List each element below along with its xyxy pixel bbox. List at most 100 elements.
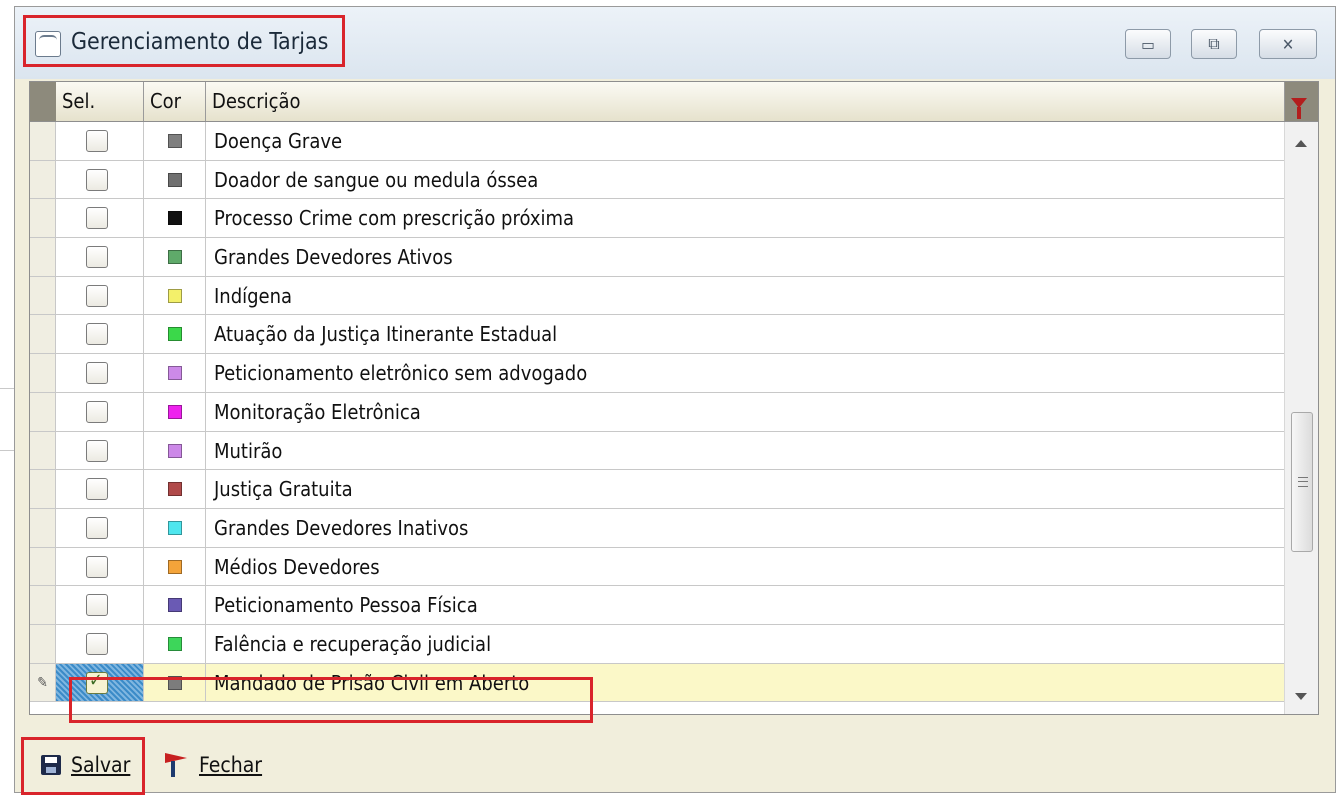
sel-cell (56, 199, 144, 238)
row-indicator (30, 315, 56, 354)
header-sel[interactable]: Sel. (56, 82, 144, 121)
sel-cell (56, 624, 144, 663)
cor-cell (144, 624, 206, 663)
select-checkbox[interactable] (86, 439, 108, 462)
table-row[interactable]: Processo Crime com prescrição próxima (30, 199, 1284, 239)
table-row[interactable]: Indígena (30, 276, 1284, 316)
table-row[interactable]: Peticionamento eletrônico sem advogado (30, 354, 1284, 393)
cor-cell (144, 431, 206, 470)
sel-cell (56, 547, 144, 586)
select-checkbox[interactable] (86, 632, 108, 655)
edit-pencil-icon: ✎ (30, 663, 56, 702)
background-divider (0, 450, 14, 451)
select-checkbox[interactable] (86, 362, 108, 385)
table-row[interactable]: Grandes Devedores Ativos (30, 238, 1284, 277)
table-row[interactable]: Atuação da Justiça Itinerante Estadual (30, 315, 1284, 355)
grid-header: Sel. Cor Descrição (30, 82, 1318, 122)
close-window-button[interactable]: ✕ (1259, 29, 1317, 59)
descricao-cell: Monitoração Eletrônica (214, 399, 421, 424)
sel-cell (56, 315, 144, 354)
table-row[interactable]: Doador de sangue ou medula óssea (30, 160, 1284, 200)
descricao-cell: Justiça Gratuita (214, 477, 353, 502)
row-indicator (30, 160, 56, 199)
cor-cell (144, 160, 206, 199)
sel-cell (56, 470, 144, 508)
descricao-cell: Indígena (214, 283, 293, 308)
maximize-button[interactable]: ⧉ (1191, 29, 1237, 59)
tarjas-grid: Sel. Cor Descrição Doença Grave Doador de… (29, 81, 1319, 715)
row-indicator (30, 586, 56, 624)
toolbar: Salvar Fechar (15, 731, 1335, 795)
select-checkbox[interactable] (86, 400, 108, 423)
header-indicator (30, 82, 56, 121)
descricao-cell: Peticionamento Pessoa Física (214, 593, 478, 618)
select-checkbox[interactable] (86, 207, 108, 230)
close-button[interactable]: Fechar (165, 753, 262, 777)
table-row[interactable]: Grandes Devedores Inativos (30, 508, 1284, 548)
flag-icon (165, 753, 187, 777)
table-row[interactable]: Monitoração Eletrônica (30, 392, 1284, 432)
color-swatch (168, 134, 182, 148)
descricao-cell: Grandes Devedores Inativos (214, 515, 469, 540)
table-row[interactable]: Mutirão (30, 431, 1284, 471)
color-swatch (168, 211, 182, 226)
select-checkbox[interactable] (86, 168, 108, 191)
app-logo-icon (35, 31, 61, 57)
row-indicator (30, 238, 56, 276)
sel-cell (56, 354, 144, 392)
cor-cell (144, 199, 206, 238)
cor-cell (144, 315, 206, 354)
grip-icon (1298, 477, 1308, 487)
color-swatch (168, 520, 182, 535)
cor-cell (144, 122, 206, 160)
filter-icon (1291, 98, 1307, 119)
select-checkbox[interactable] (86, 670, 108, 694)
table-row[interactable]: Doença Grave (30, 122, 1284, 161)
save-button[interactable]: Salvar (41, 753, 130, 777)
descricao-cell: Doador de sangue ou medula óssea (214, 167, 539, 192)
sel-cell (56, 431, 144, 470)
save-label: Salvar (71, 753, 131, 777)
row-indicator (30, 199, 56, 238)
color-swatch (168, 675, 182, 690)
header-descricao[interactable]: Descrição (206, 82, 1278, 121)
filter-button[interactable] (1284, 82, 1318, 121)
color-swatch (168, 598, 182, 613)
select-checkbox[interactable] (86, 284, 108, 307)
table-row[interactable]: ✎ Mandado de Prisão Civil em Aberto (30, 663, 1284, 703)
row-indicator (30, 354, 56, 392)
scroll-up-arrow-icon[interactable] (1295, 140, 1307, 147)
table-row[interactable]: Justiça Gratuita (30, 470, 1284, 509)
descricao-cell: Falência e recuperação judicial (214, 631, 492, 656)
table-row[interactable]: Peticionamento Pessoa Física (30, 586, 1284, 625)
header-cor[interactable]: Cor (144, 82, 206, 121)
minimize-button[interactable]: ▭ (1125, 29, 1171, 59)
select-checkbox[interactable] (86, 478, 108, 501)
table-row[interactable]: Falência e recuperação judicial (30, 624, 1284, 664)
scroll-down-arrow-icon[interactable] (1295, 693, 1307, 700)
vertical-scrollbar[interactable] (1284, 122, 1318, 714)
descricao-cell: Médios Devedores (214, 554, 380, 579)
select-checkbox[interactable] (86, 555, 108, 578)
table-row[interactable]: Médios Devedores (30, 547, 1284, 587)
cor-cell (144, 586, 206, 624)
close-label: Fechar (199, 753, 263, 777)
background-divider (0, 388, 14, 389)
select-checkbox[interactable] (86, 323, 108, 346)
row-indicator (30, 431, 56, 470)
select-checkbox[interactable] (86, 516, 108, 539)
descricao-cell: Atuação da Justiça Itinerante Estadual (214, 322, 558, 347)
sel-cell (56, 276, 144, 315)
descricao-cell: Mandado de Prisão Civil em Aberto (206, 663, 1284, 702)
sel-cell (56, 508, 144, 547)
row-indicator (30, 508, 56, 547)
select-checkbox[interactable] (86, 130, 108, 152)
sel-cell (56, 122, 144, 160)
scroll-thumb[interactable] (1291, 412, 1313, 552)
select-checkbox[interactable] (86, 246, 108, 269)
descricao-cell: Grandes Devedores Ativos (214, 245, 453, 270)
cor-cell (144, 663, 206, 702)
select-checkbox[interactable] (86, 594, 108, 617)
sel-cell (56, 663, 144, 702)
sel-cell (56, 586, 144, 624)
